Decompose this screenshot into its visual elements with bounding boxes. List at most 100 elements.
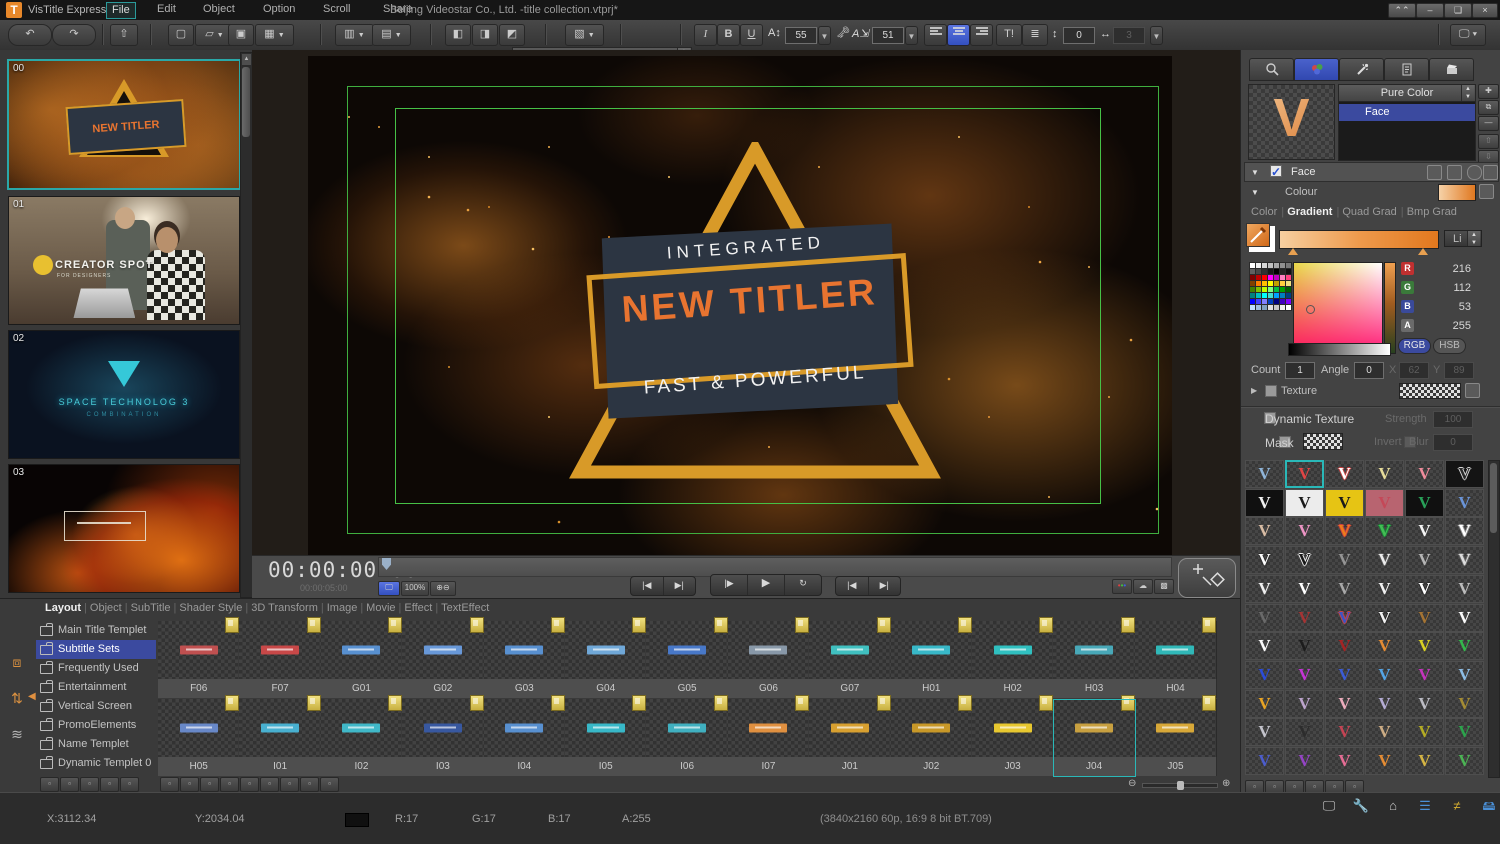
library-tool-button[interactable]: ▫ xyxy=(120,777,139,792)
template-label-J05[interactable]: J05 xyxy=(1134,757,1218,776)
style-preset-23[interactable]: V xyxy=(1405,546,1444,575)
style-preset-66[interactable]: V xyxy=(1445,747,1484,775)
style-preset-45[interactable]: V xyxy=(1325,660,1364,689)
library-tab-3d-transform[interactable]: 3D Transform xyxy=(248,602,321,614)
style-preset-13[interactable]: V xyxy=(1245,517,1284,546)
style-preset-50[interactable]: V xyxy=(1285,689,1324,718)
style-preset-53[interactable]: V xyxy=(1405,689,1444,718)
library-tool-button[interactable]: ▫ xyxy=(40,777,59,792)
style-preset-2[interactable]: V xyxy=(1285,460,1324,488)
template-zoom-slider[interactable] xyxy=(1142,781,1218,790)
presets-scrollbar-thumb[interactable] xyxy=(1490,463,1497,533)
style-preset-56[interactable]: V xyxy=(1285,718,1324,747)
category-vertical-screen[interactable]: Vertical Screen xyxy=(36,697,156,716)
style-preset-29[interactable]: V xyxy=(1405,574,1444,603)
remove-layer-button[interactable]: — xyxy=(1478,116,1499,131)
restore-button[interactable]: ❏ xyxy=(1444,3,1472,18)
style-preset-46[interactable]: V xyxy=(1365,660,1404,689)
move-up-button[interactable]: ⇧ xyxy=(1478,134,1499,149)
template-zoom-handle[interactable] xyxy=(1177,781,1184,790)
colour-collapse-arrow[interactable]: ▼ xyxy=(1251,188,1259,197)
template-label-J03[interactable]: J03 xyxy=(972,757,1055,776)
sort-arrows-icon[interactable]: ⇅ xyxy=(5,685,29,711)
style-preset-11[interactable]: V xyxy=(1405,488,1444,517)
channel-value-a[interactable]: 255 xyxy=(1431,320,1471,332)
save-all-button[interactable]: ▦ ▼ xyxy=(255,24,294,46)
template-label-I02[interactable]: I02 xyxy=(320,757,404,776)
align-left-button[interactable] xyxy=(924,24,947,46)
style-preset-4[interactable]: V xyxy=(1365,460,1404,488)
scrollbar-up-arrow[interactable]: ▲ xyxy=(242,54,251,65)
add-copy-button[interactable]: ⧉ xyxy=(1478,100,1499,115)
hsb-mode-button[interactable]: HSB xyxy=(1433,338,1466,354)
zoom-level-button[interactable]: 100% xyxy=(401,581,429,596)
style-preset-6[interactable]: V xyxy=(1445,460,1484,488)
colour-swatch[interactable] xyxy=(1438,184,1476,201)
style-preset-14[interactable]: V xyxy=(1285,517,1324,546)
library-edit-button[interactable]: ▫ xyxy=(320,777,339,792)
style-preset-32[interactable]: V xyxy=(1285,603,1324,632)
clapper-open-button[interactable]: ◧ xyxy=(445,24,471,46)
library-tool-button[interactable]: ▫ xyxy=(100,777,119,792)
fit-zoom-button[interactable]: ⊕⊖ xyxy=(430,581,456,596)
template-label-J02[interactable]: J02 xyxy=(890,757,973,776)
reset-style-icon[interactable] xyxy=(1467,165,1482,180)
template-thumb-G03[interactable] xyxy=(483,617,566,679)
colour-tab-bmp-grad[interactable]: Bmp Grad xyxy=(1407,206,1457,218)
italic-button[interactable]: I xyxy=(694,24,717,46)
style-preset-51[interactable]: V xyxy=(1325,689,1364,718)
gradient-type-spinner[interactable]: ▲ ▼ xyxy=(1467,231,1480,246)
style-preset-65[interactable]: V xyxy=(1405,747,1444,775)
category-main-title-templet[interactable]: Main Title Templet xyxy=(36,621,156,640)
channel-value-r[interactable]: 216 xyxy=(1431,263,1471,275)
style-preset-41[interactable]: V xyxy=(1405,632,1444,661)
gradient-stop[interactable] xyxy=(1288,248,1298,255)
text-direction-button[interactable]: T! xyxy=(996,24,1022,46)
style-preset-5[interactable]: V xyxy=(1405,460,1444,488)
style-preset-16[interactable]: V xyxy=(1365,517,1404,546)
library-tab-subtitle[interactable]: SubTitle xyxy=(128,602,174,614)
colour-tab-color[interactable]: Color xyxy=(1251,206,1277,218)
colour-tab-gradient[interactable]: Gradient xyxy=(1287,206,1332,218)
panel-tab-palette[interactable] xyxy=(1294,58,1339,81)
library-tab-image[interactable]: Image xyxy=(324,602,361,614)
home-icon[interactable]: ⌂ xyxy=(1382,797,1404,815)
face-enabled-checkbox[interactable] xyxy=(1269,163,1282,181)
menu-object[interactable]: Object xyxy=(198,2,240,17)
drive-icon[interactable]: 🖴 xyxy=(1478,797,1500,815)
library-edit-button[interactable]: ▫ xyxy=(180,777,199,792)
style-preset-54[interactable]: V xyxy=(1445,689,1484,718)
monitor-output-button[interactable]: 🖵 ▾ xyxy=(1450,24,1486,46)
style-preset-36[interactable]: V xyxy=(1445,603,1484,632)
lock-icon[interactable]: 🗝 xyxy=(836,26,850,39)
library-tab-object[interactable]: Object xyxy=(87,602,125,614)
clapper-close-button[interactable]: ◩ xyxy=(499,24,525,46)
y-field[interactable]: 89 xyxy=(1444,362,1474,379)
style-preset-30[interactable]: V xyxy=(1445,574,1484,603)
library-edit-button[interactable]: ▫ xyxy=(220,777,239,792)
library-tab-effect[interactable]: Effect xyxy=(401,602,435,614)
style-preset-35[interactable]: V xyxy=(1405,603,1444,632)
template-thumb-F07[interactable] xyxy=(239,617,322,679)
template-thumb-G05[interactable] xyxy=(646,617,729,679)
layer-order-icon[interactable]: ⧈ xyxy=(5,649,29,675)
clapper-import-button[interactable]: ◨ xyxy=(472,24,498,46)
minimize-button[interactable]: – xyxy=(1416,3,1444,18)
gradient-stop[interactable] xyxy=(1418,248,1428,255)
library-edit-button[interactable]: ▫ xyxy=(300,777,319,792)
library-tab-layout[interactable]: Layout xyxy=(42,602,84,614)
redo-button[interactable]: ↷ xyxy=(52,24,96,46)
align-center-button[interactable] xyxy=(947,24,970,46)
template-thumb-I02[interactable] xyxy=(320,695,404,757)
mask-swatch[interactable] xyxy=(1303,433,1343,450)
template-thumb-H02[interactable] xyxy=(972,617,1055,679)
style-preset-39[interactable]: V xyxy=(1325,632,1364,661)
style-preset-43[interactable]: V xyxy=(1245,660,1284,689)
style-preset-37[interactable]: V xyxy=(1245,632,1284,661)
layer-item-face[interactable]: Face xyxy=(1339,104,1475,121)
layers-stack-icon[interactable]: ≋ xyxy=(5,721,29,747)
style-preset-55[interactable]: V xyxy=(1245,718,1284,747)
category-promoelements[interactable]: PromoElements xyxy=(36,716,156,735)
style-preset-62[interactable]: V xyxy=(1285,747,1324,775)
style-preset-63[interactable]: V xyxy=(1325,747,1364,775)
